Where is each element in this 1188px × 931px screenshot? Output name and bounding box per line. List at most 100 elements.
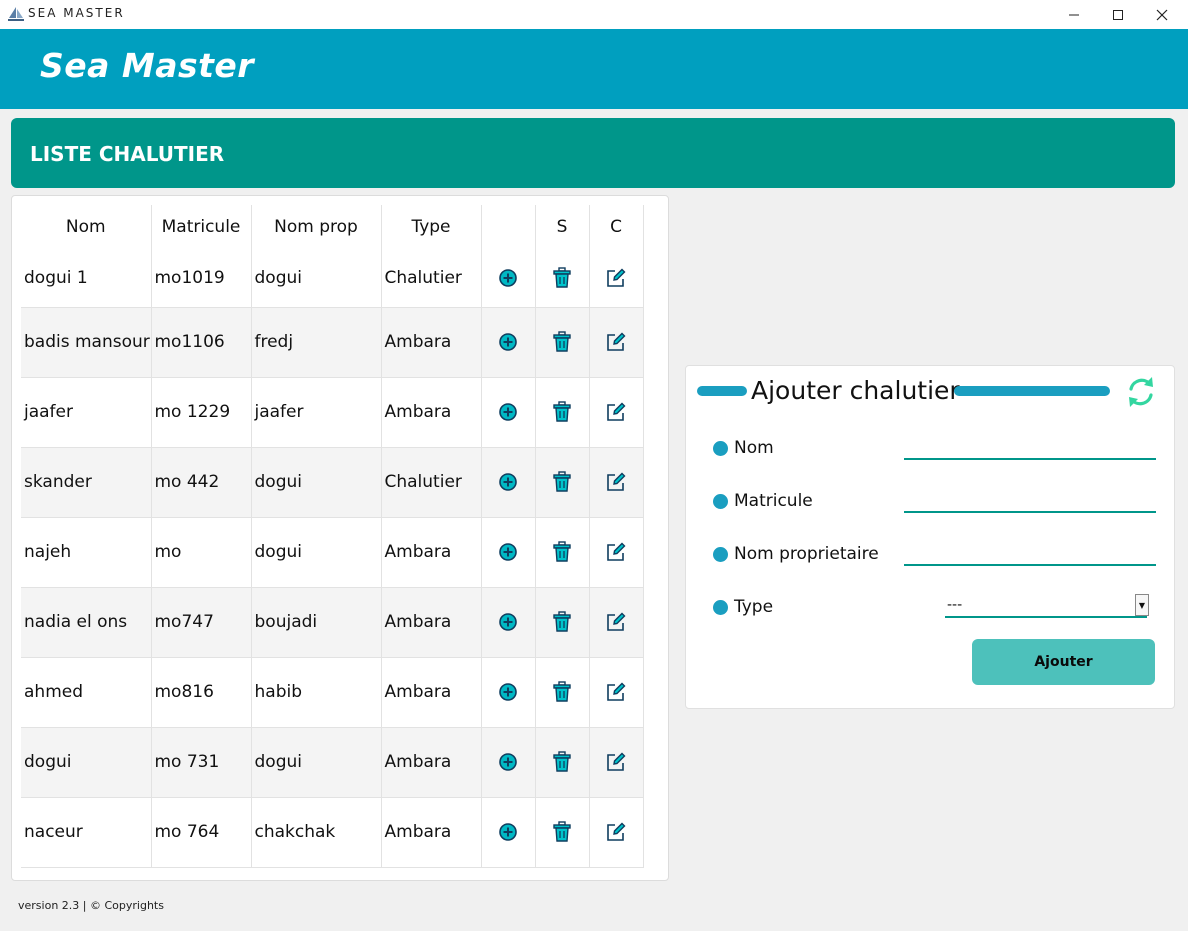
plus-circle-icon[interactable] (499, 822, 517, 842)
plus-circle-icon[interactable] (499, 402, 517, 422)
table-row[interactable]: badis mansour mo1106 fredj Ambara (21, 307, 644, 378)
cell-edit (589, 727, 644, 798)
section-bar: LISTE CHALUTIER (11, 118, 1175, 188)
type-select-value: --- (947, 597, 963, 613)
table-row[interactable]: skander mo 442 dogui Chalutier (21, 447, 644, 518)
trash-icon[interactable] (553, 267, 571, 288)
maximize-button[interactable] (1096, 0, 1140, 29)
nom-input[interactable] (904, 432, 1156, 460)
cell-nom: badis mansour (21, 307, 152, 378)
column-header-c[interactable]: C (589, 205, 644, 249)
form-title: Ajouter chalutier (751, 376, 960, 405)
type-select[interactable]: --- ▼ (945, 594, 1149, 618)
column-header-nom[interactable]: Nom (21, 205, 152, 249)
edit-icon[interactable] (606, 332, 626, 352)
table-row[interactable]: nadia el ons mo747 boujadi Ambara (21, 587, 644, 658)
cell-matricule: mo (151, 517, 252, 588)
plus-circle-icon[interactable] (499, 612, 517, 632)
refresh-icon[interactable] (1123, 374, 1159, 410)
trash-icon[interactable] (553, 331, 571, 352)
edit-icon[interactable] (606, 682, 626, 702)
plus-circle-icon[interactable] (499, 752, 517, 772)
column-header-type[interactable]: Type (381, 205, 482, 249)
cell-delete (535, 727, 590, 798)
cell-nom: ahmed (21, 657, 152, 728)
cell-matricule: mo816 (151, 657, 252, 728)
ajouter-button[interactable]: Ajouter (972, 639, 1155, 685)
matricule-input[interactable] (904, 485, 1156, 513)
trash-icon[interactable] (553, 541, 571, 562)
column-header-nom-prop[interactable]: Nom prop (251, 205, 382, 249)
edit-icon[interactable] (606, 268, 626, 288)
plus-circle-icon[interactable] (499, 542, 517, 562)
cell-nom-prop: boujadi (251, 587, 382, 658)
matricule-label: Matricule (734, 491, 813, 511)
table-row[interactable]: dogui 1 mo1019 dogui Chalutier (21, 249, 644, 308)
table-row[interactable]: jaafer mo 1229 jaafer Ambara (21, 377, 644, 448)
trash-icon[interactable] (553, 611, 571, 632)
trash-icon[interactable] (553, 681, 571, 702)
add-chalutier-form: Ajouter chalutier Nom Matricule Nom prop… (685, 365, 1175, 709)
cell-type: Chalutier (381, 447, 482, 518)
cell-add (481, 377, 536, 448)
column-header-matricule[interactable]: Matricule (151, 205, 252, 249)
cell-edit (589, 307, 644, 378)
plus-circle-icon[interactable] (499, 472, 517, 492)
plus-circle-icon[interactable] (499, 682, 517, 702)
chevron-down-icon[interactable]: ▼ (1135, 594, 1149, 616)
edit-icon[interactable] (606, 612, 626, 632)
nom-proprietaire-label: Nom proprietaire (734, 544, 879, 564)
brand-title: Sea Master (40, 46, 255, 85)
matricule-bullet-icon (713, 494, 728, 509)
edit-icon[interactable] (606, 822, 626, 842)
cell-matricule: mo 442 (151, 447, 252, 518)
cell-add (481, 249, 536, 308)
plus-circle-icon[interactable] (499, 268, 517, 288)
cell-nom: nadia el ons (21, 587, 152, 658)
cell-matricule: mo 764 (151, 797, 252, 868)
cell-delete (535, 587, 590, 658)
cell-nom-prop: habib (251, 657, 382, 728)
nom-proprietaire-input[interactable] (904, 538, 1156, 566)
cell-matricule: mo1019 (151, 249, 252, 308)
cell-matricule: mo747 (151, 587, 252, 658)
cell-add (481, 657, 536, 728)
cell-add (481, 797, 536, 868)
column-header-s[interactable]: S (535, 205, 590, 249)
table-row[interactable]: naceur mo 764 chakchak Ambara (21, 797, 644, 868)
cell-nom-prop: dogui (251, 447, 382, 518)
table-row[interactable]: ahmed mo816 habib Ambara (21, 657, 644, 728)
cell-edit (589, 797, 644, 868)
cell-type: Ambara (381, 797, 482, 868)
minimize-button[interactable] (1052, 0, 1096, 29)
edit-icon[interactable] (606, 472, 626, 492)
trash-icon[interactable] (553, 751, 571, 772)
cell-nom: naceur (21, 797, 152, 868)
cell-type: Ambara (381, 727, 482, 798)
trash-icon[interactable] (553, 401, 571, 422)
edit-icon[interactable] (606, 542, 626, 562)
title-decoration-left (697, 386, 747, 396)
cell-delete (535, 249, 590, 308)
plus-circle-icon[interactable] (499, 332, 517, 352)
cell-type: Ambara (381, 657, 482, 728)
cell-nom: dogui 1 (21, 249, 152, 308)
trash-icon[interactable] (553, 821, 571, 842)
chalutier-table-panel: Nom Matricule Nom prop Type S C dogui 1m… (11, 195, 669, 881)
table-row[interactable]: dogui mo 731 dogui Ambara (21, 727, 644, 798)
table-row[interactable]: najeh mo dogui Ambara (21, 517, 644, 588)
cell-edit (589, 377, 644, 448)
edit-icon[interactable] (606, 402, 626, 422)
title-decoration-right (954, 386, 1110, 396)
trash-icon[interactable] (553, 471, 571, 492)
cell-delete (535, 447, 590, 518)
sailboat-logo-icon (8, 7, 24, 21)
cell-nom-prop: chakchak (251, 797, 382, 868)
close-button[interactable] (1140, 0, 1184, 29)
edit-icon[interactable] (606, 752, 626, 772)
cell-nom-prop: dogui (251, 249, 382, 308)
cell-type: Chalutier (381, 249, 482, 308)
close-icon (1156, 9, 1168, 20)
cell-delete (535, 797, 590, 868)
cell-add (481, 517, 536, 588)
